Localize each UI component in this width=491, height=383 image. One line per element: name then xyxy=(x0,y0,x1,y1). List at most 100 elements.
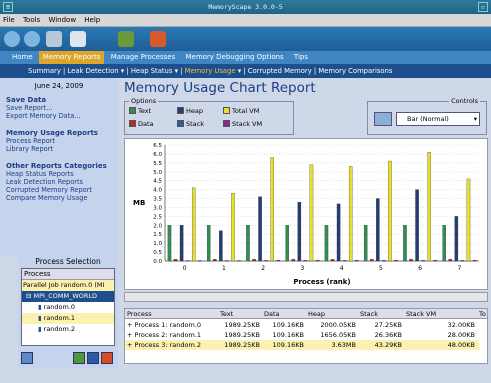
stop-icon[interactable] xyxy=(150,31,166,47)
tree-row-random1[interactable]: ▮ random.1 xyxy=(22,313,114,324)
table-row[interactable]: + Process 2: random.1 1989.25KB 109.16KB 16… xyxy=(125,330,479,340)
table-row[interactable]: + Process 1: random.0 1989.25KB 109.16KB 20… xyxy=(125,320,479,330)
bar-heap xyxy=(336,203,341,262)
bar-text xyxy=(246,225,250,262)
bar-text xyxy=(167,225,172,262)
bar-data xyxy=(291,259,296,262)
tab-home[interactable]: Home xyxy=(0,51,37,64)
bar-heap xyxy=(454,216,459,262)
link-leak-detection-reports[interactable]: Leak Detection Reports xyxy=(6,178,112,186)
link-library-report[interactable]: Library Report xyxy=(6,145,112,153)
link-process-report[interactable]: Process Report xyxy=(6,137,112,145)
tree-row-mpi-comm-world[interactable]: ⊟ MPI_COMM_WORLD xyxy=(22,291,114,302)
table-cell: 109.16KB xyxy=(272,341,304,349)
option-text[interactable]: Text xyxy=(129,107,151,115)
bar-text xyxy=(403,225,407,262)
table-cell: + Process 2: random.1 xyxy=(127,331,202,339)
table-cell: 48.00KB xyxy=(447,341,475,349)
link-export-memory-data[interactable]: Export Memory Data... xyxy=(6,112,112,120)
process-tree: Process Parallel Job random.0 (MI ⊟ MPI_… xyxy=(21,268,115,346)
y-tick-label: 6.5 xyxy=(153,143,162,149)
bar-heap xyxy=(258,196,262,262)
bar-data xyxy=(330,259,335,262)
stop-process-icon[interactable] xyxy=(101,352,113,364)
table-cell: 28.00KB xyxy=(447,331,475,339)
bar-stack xyxy=(303,260,308,262)
chart-type-select[interactable]: Bar (Normal) ▾ xyxy=(396,112,480,126)
process-column-header[interactable]: Process xyxy=(22,269,114,280)
table-cell: 109.16KB xyxy=(272,321,304,329)
bar-stack-vm xyxy=(315,259,320,262)
refresh-icon[interactable] xyxy=(46,31,62,47)
menu-tools[interactable]: Tools xyxy=(20,14,43,27)
process-selection-panel: Process Selection Process Parallel Job r… xyxy=(18,256,118,368)
bar-total-vm xyxy=(348,166,353,262)
bar-stack xyxy=(421,260,425,262)
column-header[interactable]: Data xyxy=(264,309,306,319)
table-row[interactable]: + Process 3: random.2 1989.25KB 109.16KB 3.… xyxy=(125,340,479,350)
column-header[interactable]: To xyxy=(479,309,489,319)
link-heap-status-reports[interactable]: Heap Status Reports xyxy=(6,170,112,178)
tree-row-random0[interactable]: ▮ random.0 xyxy=(22,302,114,313)
subnav-leak-detection[interactable]: Leak Detection xyxy=(67,67,118,75)
column-header[interactable]: Stack VM xyxy=(406,309,477,319)
subnav-summary[interactable]: Summary xyxy=(28,67,61,75)
column-header[interactable]: Heap xyxy=(308,309,358,319)
bar-stack-vm xyxy=(276,259,281,262)
link-corrupted-memory-report[interactable]: Corrupted Memory Report xyxy=(6,186,112,194)
menu-window[interactable]: Window xyxy=(45,14,79,27)
table-header: Process Text Data Heap Stack Stack VM To xyxy=(125,309,487,319)
subnav-memory-usage[interactable]: Memory Usage xyxy=(185,67,236,75)
back-icon[interactable] xyxy=(4,31,20,47)
option-stack[interactable]: Stack xyxy=(177,120,204,128)
report-date: June 24, 2009 xyxy=(34,82,84,90)
column-header[interactable]: Process xyxy=(127,309,218,319)
link-compare-memory-usage[interactable]: Compare Memory Usage xyxy=(6,194,112,202)
subnav-memory-comparisons[interactable]: Memory Comparisons xyxy=(318,67,392,75)
tab-memory-debugging-options[interactable]: Memory Debugging Options xyxy=(181,51,287,64)
table-cell: 1656.05KB xyxy=(320,331,356,339)
bar-stack-vm xyxy=(433,259,438,262)
maximize-icon[interactable]: ▫ xyxy=(478,2,488,12)
bar-stack xyxy=(185,260,190,262)
y-tick-label: 4.0 xyxy=(153,188,162,194)
column-header[interactable]: Stack xyxy=(360,309,404,319)
home-icon[interactable] xyxy=(70,31,86,47)
chart-settings-icon[interactable] xyxy=(374,112,392,126)
option-total-vm[interactable]: Total VM xyxy=(223,107,259,115)
process-selection-title: Process Selection xyxy=(35,257,101,266)
forward-icon[interactable] xyxy=(24,31,40,47)
subnav-corrupted-memory[interactable]: Corrupted Memory xyxy=(248,67,312,75)
bar-total-vm xyxy=(466,178,471,262)
bar-stack-vm xyxy=(472,259,477,262)
menu-bar: File Tools Window Help xyxy=(0,14,491,27)
go-icon[interactable] xyxy=(73,352,85,364)
column-header[interactable]: Text xyxy=(220,309,262,319)
window-menu-icon[interactable]: ≡ xyxy=(3,2,13,12)
section-other-reports: Other Reports Categories xyxy=(6,162,107,170)
bar-data xyxy=(213,259,217,262)
option-heap[interactable]: Heap xyxy=(177,107,203,115)
refresh-process-icon[interactable] xyxy=(21,352,33,364)
bar-total-vm xyxy=(427,151,431,262)
bar-stack-vm xyxy=(355,259,359,262)
tab-manage-processes[interactable]: Manage Processes xyxy=(107,51,180,64)
menu-file[interactable]: File xyxy=(0,14,18,27)
subnav-heap-status[interactable]: Heap Status xyxy=(131,67,173,75)
tab-tips[interactable]: Tips xyxy=(290,51,312,64)
link-save-report[interactable]: Save Report... xyxy=(6,104,112,112)
option-data[interactable]: Data xyxy=(129,120,154,128)
run-icon[interactable] xyxy=(118,31,134,47)
table-cell: 26.36KB xyxy=(374,331,402,339)
tree-row-random2[interactable]: ▮ random.2 xyxy=(22,324,114,335)
chart-scrollbar[interactable] xyxy=(124,292,488,302)
section-memory-usage-reports: Memory Usage Reports xyxy=(6,129,98,137)
bar-stack xyxy=(382,260,386,262)
menu-help[interactable]: Help xyxy=(81,14,103,27)
tab-memory-reports[interactable]: Memory Reports xyxy=(38,51,105,64)
option-stack-vm[interactable]: Stack VM xyxy=(223,120,262,128)
pause-icon[interactable] xyxy=(87,352,99,364)
y-tick-label: 5.5 xyxy=(153,161,162,167)
tree-row-parallel-job[interactable]: Parallel Job random.0 (MI xyxy=(22,280,114,291)
bar-total-vm xyxy=(309,164,314,262)
